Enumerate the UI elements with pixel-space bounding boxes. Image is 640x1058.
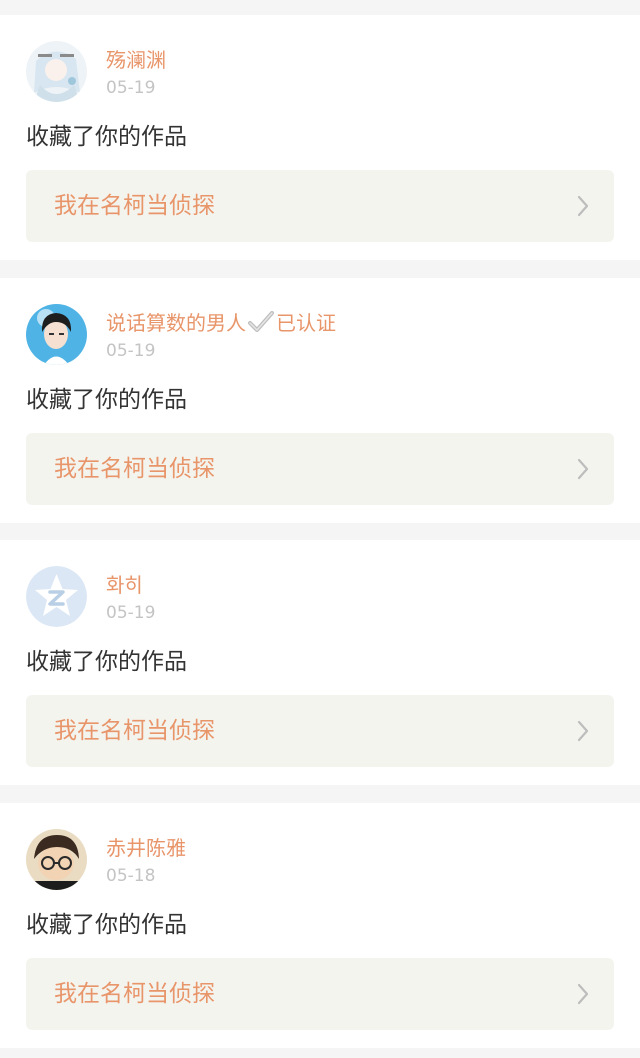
action-text: 收藏了你的作品: [26, 387, 187, 413]
action-text: 收藏了你的作品: [26, 649, 187, 675]
work-title: 我在名柯当侦探: [54, 456, 215, 482]
notification-card: 赤井陈雅 05-18 收藏了你的作品 我在名柯当侦探: [0, 803, 640, 1048]
notification-card: 说话算数的男人 已认证 05-19 收藏了你的作品 我在名柯当侦探: [0, 278, 640, 523]
default-star-avatar-icon: [26, 566, 87, 627]
anime-boy-avatar-icon: [26, 304, 87, 365]
work-link[interactable]: 我在名柯当侦探: [26, 958, 614, 1030]
user-avatar[interactable]: [26, 566, 87, 627]
username[interactable]: 殇澜渊: [106, 48, 166, 72]
notification-card: 화히 05-19 收藏了你的作品 我在名柯当侦探: [0, 540, 640, 785]
timestamp: 05-19: [106, 603, 156, 623]
chevron-right-icon: [577, 983, 589, 1005]
work-title: 我在名柯当侦探: [54, 981, 215, 1007]
work-link[interactable]: 我在名柯当侦探: [26, 170, 614, 242]
user-avatar[interactable]: [26, 304, 87, 365]
username[interactable]: 화히: [106, 573, 143, 597]
notification-feed: 殇澜渊 05-19 收藏了你的作品 我在名柯当侦探 说话算数的男人 已认证 05…: [0, 0, 640, 1058]
user-avatar[interactable]: [26, 829, 87, 890]
work-link[interactable]: 我在名柯当侦探: [26, 695, 614, 767]
work-title: 我在名柯当侦探: [54, 718, 215, 744]
checkmark-icon: [248, 311, 274, 332]
timestamp: 05-19: [106, 78, 156, 98]
timestamp: 05-18: [106, 866, 156, 886]
notification-card: 殇澜渊 05-19 收藏了你的作品 我在名柯当侦探: [0, 15, 640, 260]
chevron-right-icon: [577, 195, 589, 217]
username[interactable]: 赤井陈雅: [106, 836, 186, 860]
user-avatar[interactable]: [26, 41, 87, 102]
username-text: 赤井陈雅: [106, 836, 186, 860]
action-text: 收藏了你的作品: [26, 912, 187, 938]
timestamp: 05-19: [106, 341, 156, 361]
conan-avatar-icon: [26, 829, 87, 890]
username-text: 说话算数的男人: [106, 311, 246, 335]
action-text: 收藏了你的作品: [26, 124, 187, 150]
anime-girl-avatar-icon: [26, 41, 87, 102]
work-link[interactable]: 我在名柯当侦探: [26, 433, 614, 505]
username-text: 화히: [106, 573, 143, 597]
username-text: 殇澜渊: [106, 48, 166, 72]
work-title: 我在名柯当侦探: [54, 193, 215, 219]
verified-label: 已认证: [276, 311, 336, 335]
username[interactable]: 说话算数的男人 已认证: [106, 311, 336, 335]
chevron-right-icon: [577, 458, 589, 480]
chevron-right-icon: [577, 720, 589, 742]
